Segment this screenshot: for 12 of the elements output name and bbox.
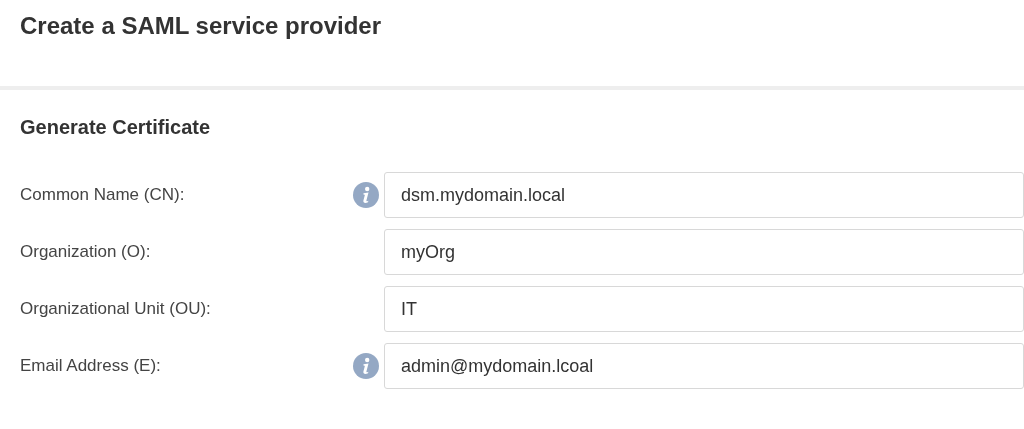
info-icon[interactable] [353, 353, 380, 379]
field-label: Email Address (E): [20, 356, 162, 376]
section-title: Generate Certificate [20, 116, 211, 139]
text-field[interactable]: IT [384, 286, 1024, 332]
text-field[interactable]: dsm.mydomain.local [384, 172, 1024, 218]
field-label: Common Name (CN): [20, 185, 186, 205]
field-label: Organization (O): [20, 242, 152, 262]
text-field[interactable]: myOrg [384, 229, 1024, 275]
page-title: Create a SAML service provider [20, 12, 382, 40]
field-label: Organizational Unit (OU): [20, 299, 212, 319]
text-field[interactable]: admin@mydomain.lcoal [384, 343, 1024, 389]
info-icon[interactable] [353, 182, 380, 208]
